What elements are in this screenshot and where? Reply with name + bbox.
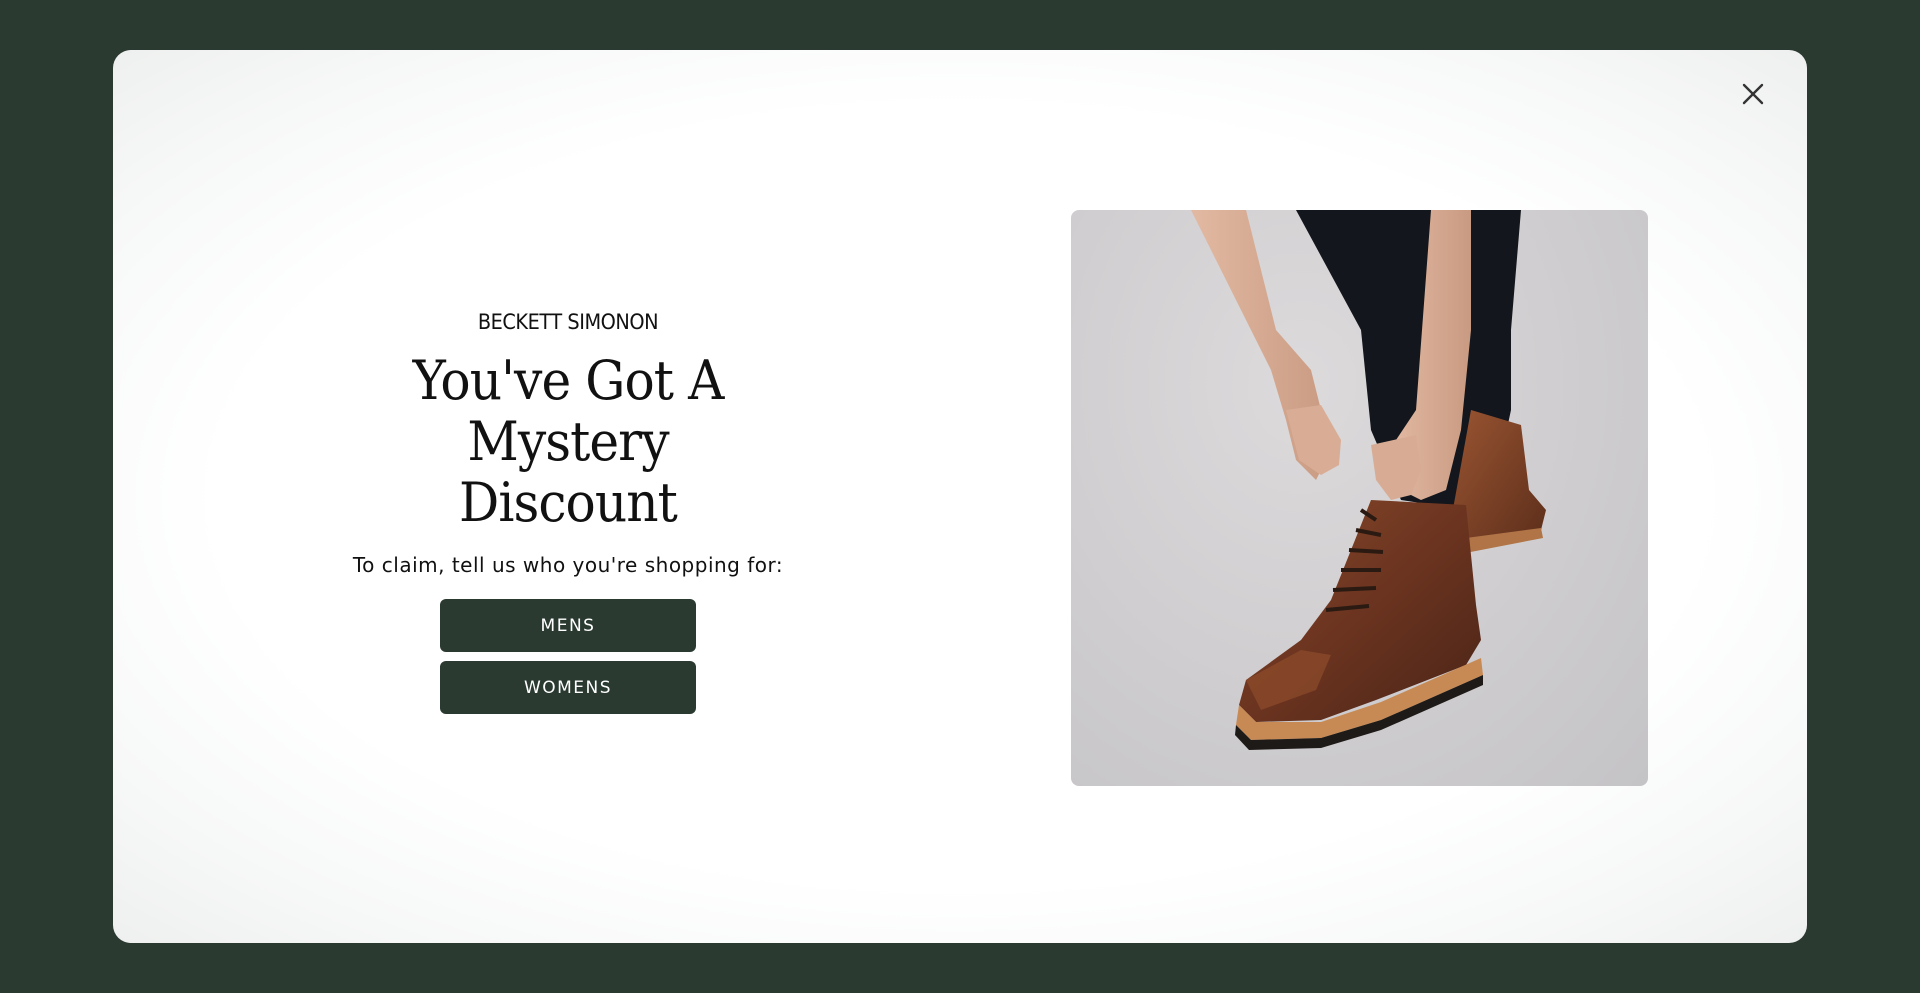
headline: You've Got A Mystery Discount <box>354 350 782 533</box>
discount-modal: BECKETT SIMONON You've Got A Mystery Dis… <box>113 50 1807 943</box>
headline-line-1: You've Got A <box>412 349 725 412</box>
brand-logo: BECKETT SIMONON <box>477 310 659 334</box>
boots-illustration <box>1191 210 1546 750</box>
close-icon <box>1742 83 1764 105</box>
womens-button[interactable]: WOMENS <box>440 661 696 714</box>
headline-line-2: Mystery Discount <box>459 410 678 534</box>
subtext: To claim, tell us who you're shopping fo… <box>352 553 784 577</box>
close-button[interactable] <box>1733 74 1773 114</box>
offer-panel: BECKETT SIMONON You've Got A Mystery Dis… <box>338 310 798 723</box>
product-photo <box>1071 210 1648 786</box>
mens-button[interactable]: MENS <box>440 599 696 652</box>
